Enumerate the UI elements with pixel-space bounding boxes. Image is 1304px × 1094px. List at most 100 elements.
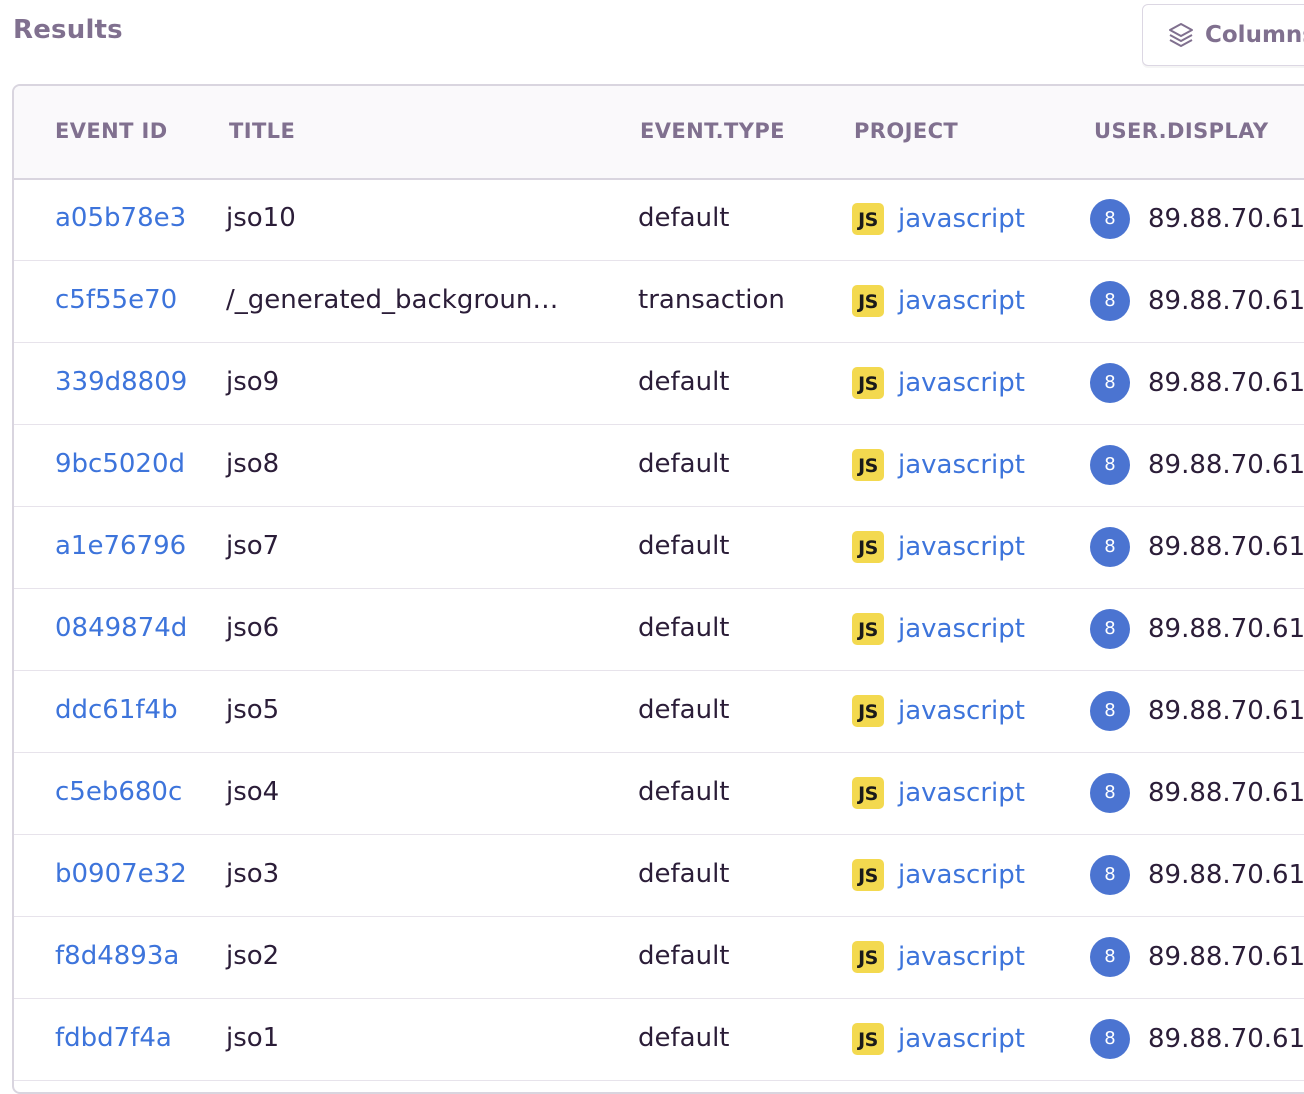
user-display-value: 89.88.70.61: [1148, 614, 1304, 644]
javascript-platform-icon: JS: [852, 203, 884, 235]
table-row: a1e76796 jso7 default JS javascript 8 89.88.70…: [14, 506, 1304, 589]
user-avatar: 8: [1090, 527, 1130, 567]
event-type: default: [638, 1023, 730, 1053]
results-title: Results: [13, 15, 123, 45]
table-row: 9bc5020d jso8 default JS javascript 8 89.88.70…: [14, 424, 1304, 507]
event-title: jso8: [226, 449, 280, 479]
event-title: jso6: [226, 613, 280, 643]
event-title: jso5: [226, 695, 280, 725]
user-avatar: 8: [1090, 609, 1130, 649]
user-avatar: 8: [1090, 281, 1130, 321]
event-id-link[interactable]: c5f55e70: [55, 260, 177, 342]
project-link[interactable]: javascript: [898, 425, 1025, 505]
project-cell[interactable]: JS javascript: [852, 834, 1025, 916]
event-id-link[interactable]: a05b78e3: [55, 178, 186, 260]
event-id-link[interactable]: 339d8809: [55, 342, 187, 424]
project-link[interactable]: javascript: [898, 835, 1025, 915]
event-id-link[interactable]: a1e76796: [55, 506, 186, 588]
event-type: default: [638, 859, 730, 889]
event-id-link[interactable]: c5eb680c: [55, 752, 182, 834]
project-cell[interactable]: JS javascript: [852, 424, 1025, 506]
project-cell[interactable]: JS javascript: [852, 752, 1025, 834]
event-type: default: [638, 203, 730, 233]
table-row: 339d8809 jso9 default JS javascript 8 89.88.70…: [14, 342, 1304, 425]
event-type: default: [638, 695, 730, 725]
project-link[interactable]: javascript: [898, 343, 1025, 423]
user-avatar: 8: [1090, 363, 1130, 403]
project-cell[interactable]: JS javascript: [852, 588, 1025, 670]
project-cell[interactable]: JS javascript: [852, 178, 1025, 260]
javascript-platform-icon: JS: [852, 777, 884, 809]
table-row: c5eb680c jso4 default JS javascript 8 89.88.70…: [14, 752, 1304, 835]
project-cell[interactable]: JS javascript: [852, 916, 1025, 998]
user-cell: 8 89.88.70.61: [1090, 178, 1304, 260]
user-cell: 8 89.88.70.61: [1090, 506, 1304, 588]
user-cell: 8 89.88.70.61: [1090, 342, 1304, 424]
javascript-platform-icon: JS: [852, 1023, 884, 1055]
user-display-value: 89.88.70.61: [1148, 204, 1304, 234]
user-cell: 8 89.88.70.61: [1090, 670, 1304, 752]
event-type: default: [638, 941, 730, 971]
event-title: jso1: [226, 1023, 280, 1053]
event-title: jso9: [226, 367, 280, 397]
project-link[interactable]: javascript: [898, 999, 1025, 1079]
project-cell[interactable]: JS javascript: [852, 670, 1025, 752]
project-link[interactable]: javascript: [898, 261, 1025, 341]
project-cell[interactable]: JS javascript: [852, 998, 1025, 1080]
event-type: default: [638, 531, 730, 561]
user-cell: 8 89.88.70.61: [1090, 588, 1304, 670]
project-link[interactable]: javascript: [898, 507, 1025, 587]
user-display-value: 89.88.70.61: [1148, 286, 1304, 316]
table-row: c5f55e70 /_generated_backgroun… transactio…: [14, 260, 1304, 343]
event-id-link[interactable]: b0907e32: [55, 834, 187, 916]
javascript-platform-icon: JS: [852, 449, 884, 481]
user-cell: 8 89.88.70.61: [1090, 834, 1304, 916]
event-type: default: [638, 613, 730, 643]
user-display-value: 89.88.70.61: [1148, 942, 1304, 972]
event-id-link[interactable]: f8d4893a: [55, 916, 179, 998]
event-title: /_generated_backgroun…: [226, 285, 559, 315]
table-header: EVENT ID TITLE EVENT.TYPE PROJECT USER.D…: [14, 86, 1304, 180]
event-title: jso3: [226, 859, 280, 889]
event-id-link[interactable]: 9bc5020d: [55, 424, 185, 506]
project-link[interactable]: javascript: [898, 753, 1025, 833]
javascript-platform-icon: JS: [852, 613, 884, 645]
user-cell: 8 89.88.70.61: [1090, 998, 1304, 1080]
project-link[interactable]: javascript: [898, 179, 1025, 259]
event-type: default: [638, 449, 730, 479]
user-avatar: 8: [1090, 937, 1130, 977]
table-row: b0907e32 jso3 default JS javascript 8 89.88.70…: [14, 834, 1304, 917]
user-cell: 8 89.88.70.61: [1090, 260, 1304, 342]
user-display-value: 89.88.70.61: [1148, 860, 1304, 890]
event-id-link[interactable]: 0849874d: [55, 588, 187, 670]
user-cell: 8 89.88.70.61: [1090, 424, 1304, 506]
column-header-event-type[interactable]: EVENT.TYPE: [640, 86, 785, 178]
project-cell[interactable]: JS javascript: [852, 506, 1025, 588]
event-id-link[interactable]: fdbd7f4a: [55, 998, 172, 1080]
event-title: jso4: [226, 777, 280, 807]
columns-button[interactable]: Columns: [1142, 4, 1304, 66]
user-display-value: 89.88.70.61: [1148, 778, 1304, 808]
project-link[interactable]: javascript: [898, 589, 1025, 669]
table-row: f8d4893a jso2 default JS javascript 8 89.88.70…: [14, 916, 1304, 999]
table-row: fdbd7f4a jso1 default JS javascript 8 89.88.70…: [14, 998, 1304, 1081]
table-row: ddc61f4b jso5 default JS javascript 8 89.88.70…: [14, 670, 1304, 753]
user-avatar: 8: [1090, 773, 1130, 813]
column-header-title[interactable]: TITLE: [229, 86, 295, 178]
user-avatar: 8: [1090, 855, 1130, 895]
project-cell[interactable]: JS javascript: [852, 260, 1025, 342]
event-id-link[interactable]: ddc61f4b: [55, 670, 178, 752]
project-link[interactable]: javascript: [898, 917, 1025, 997]
javascript-platform-icon: JS: [852, 367, 884, 399]
results-table: EVENT ID TITLE EVENT.TYPE PROJECT USER.D…: [12, 84, 1304, 1094]
column-header-user-display[interactable]: USER.DISPLAY: [1094, 86, 1268, 178]
project-cell[interactable]: JS javascript: [852, 342, 1025, 424]
event-title: jso2: [226, 941, 280, 971]
column-header-project[interactable]: PROJECT: [854, 86, 958, 178]
user-display-value: 89.88.70.61: [1148, 368, 1304, 398]
column-header-event-id[interactable]: EVENT ID: [55, 86, 168, 178]
javascript-platform-icon: JS: [852, 531, 884, 563]
event-type: default: [638, 777, 730, 807]
project-link[interactable]: javascript: [898, 671, 1025, 751]
columns-button-label: Columns: [1205, 22, 1304, 48]
